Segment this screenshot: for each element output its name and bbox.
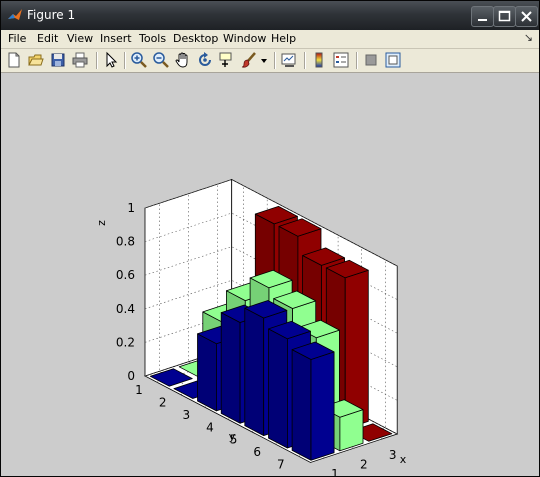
menu-insert[interactable]: Insert <box>100 32 132 45</box>
z-tick-label: 0 <box>127 369 135 383</box>
open-file-icon[interactable] <box>27 51 45 69</box>
zoom-in-icon[interactable] <box>130 51 148 69</box>
x-tick-label: 2 <box>360 457 368 471</box>
close-icon <box>521 11 532 22</box>
bar-x1-y7 <box>291 341 335 461</box>
print-icon[interactable] <box>71 51 89 69</box>
bar-face-left <box>291 349 312 461</box>
pan-hand-icon[interactable] <box>174 51 192 69</box>
toolbar-separator <box>124 52 126 69</box>
brush-dropdown-icon[interactable] <box>259 51 269 69</box>
rotate-3d-icon[interactable] <box>196 51 214 69</box>
minimize-button[interactable] <box>471 6 494 27</box>
figure-toolbar <box>1 49 539 73</box>
bar-face-left <box>268 328 288 449</box>
bar-face-front <box>310 351 335 461</box>
figure-canvas[interactable]: 0 0.2 0.4 0.6 0.8 1 1 2 3 4 5 6 7 1 2 3 z y x <box>1 73 539 476</box>
z-tick-label: 1 <box>127 201 135 215</box>
toolbar-separator <box>304 52 306 69</box>
z-axis-label: z <box>95 220 108 226</box>
menu-view[interactable]: View <box>67 32 93 45</box>
x-tick-label: 1 <box>331 467 339 476</box>
bar-face-left <box>197 333 217 412</box>
toolbar-separator <box>96 52 98 69</box>
y-tick-label: 2 <box>159 396 167 410</box>
matlab-logo-icon <box>7 8 23 24</box>
colorbar-icon[interactable] <box>310 51 328 69</box>
z-tick-label: 0.2 <box>116 335 135 349</box>
select-arrow-icon[interactable] <box>102 51 120 69</box>
y-tick-label: 3 <box>182 408 190 422</box>
save-icon[interactable] <box>49 51 67 69</box>
z-tick-label: 0.4 <box>116 302 135 316</box>
y-tick-label: 4 <box>206 420 214 434</box>
bar-face-left <box>220 312 241 424</box>
maximize-icon <box>498 10 511 22</box>
brush-icon[interactable] <box>240 51 258 69</box>
dock-arrow-icon[interactable]: ↘ <box>524 31 533 44</box>
z-tick-label: 0.6 <box>116 268 135 282</box>
toolbar-separator <box>356 52 358 69</box>
window-title: Figure 1 <box>27 8 76 22</box>
menu-window[interactable]: Window <box>223 32 266 45</box>
hide-plot-tools-icon[interactable] <box>362 51 380 69</box>
toolbar-separator <box>274 52 276 69</box>
minimize-icon <box>478 19 487 21</box>
y-axis-label: y <box>229 430 236 443</box>
z-tick-label: 0.8 <box>116 235 135 249</box>
y-tick-label: 1 <box>135 383 143 397</box>
menu-file[interactable]: File <box>8 32 26 45</box>
show-plot-tools-icon[interactable] <box>384 51 402 69</box>
data-cursor-icon[interactable] <box>218 51 236 69</box>
menu-desktop[interactable]: Desktop <box>173 32 218 45</box>
menu-tools[interactable]: Tools <box>139 32 166 45</box>
title-bar[interactable]: Figure 1 <box>1 1 539 30</box>
x-axis-label: x <box>400 453 407 466</box>
link-plot-icon[interactable] <box>280 51 298 69</box>
zoom-out-icon[interactable] <box>152 51 170 69</box>
new-figure-icon[interactable] <box>5 51 23 69</box>
menu-help[interactable]: Help <box>271 32 296 45</box>
x-tick-label: 3 <box>389 448 397 462</box>
legend-icon[interactable] <box>332 51 350 69</box>
figure-window: Figure 1 File Edit View Insert Tools Des… <box>0 0 540 477</box>
menu-bar: File Edit View Insert Tools Desktop Wind… <box>1 30 539 49</box>
bar-face-left <box>244 307 265 437</box>
maximize-button[interactable] <box>493 6 516 27</box>
y-tick-label: 6 <box>253 445 261 459</box>
close-button[interactable] <box>515 6 538 27</box>
y-tick-label: 7 <box>277 457 285 471</box>
menu-edit[interactable]: Edit <box>37 32 58 45</box>
bar3-plot[interactable]: 00.20.40.60.811234567123zyx <box>1 73 539 476</box>
